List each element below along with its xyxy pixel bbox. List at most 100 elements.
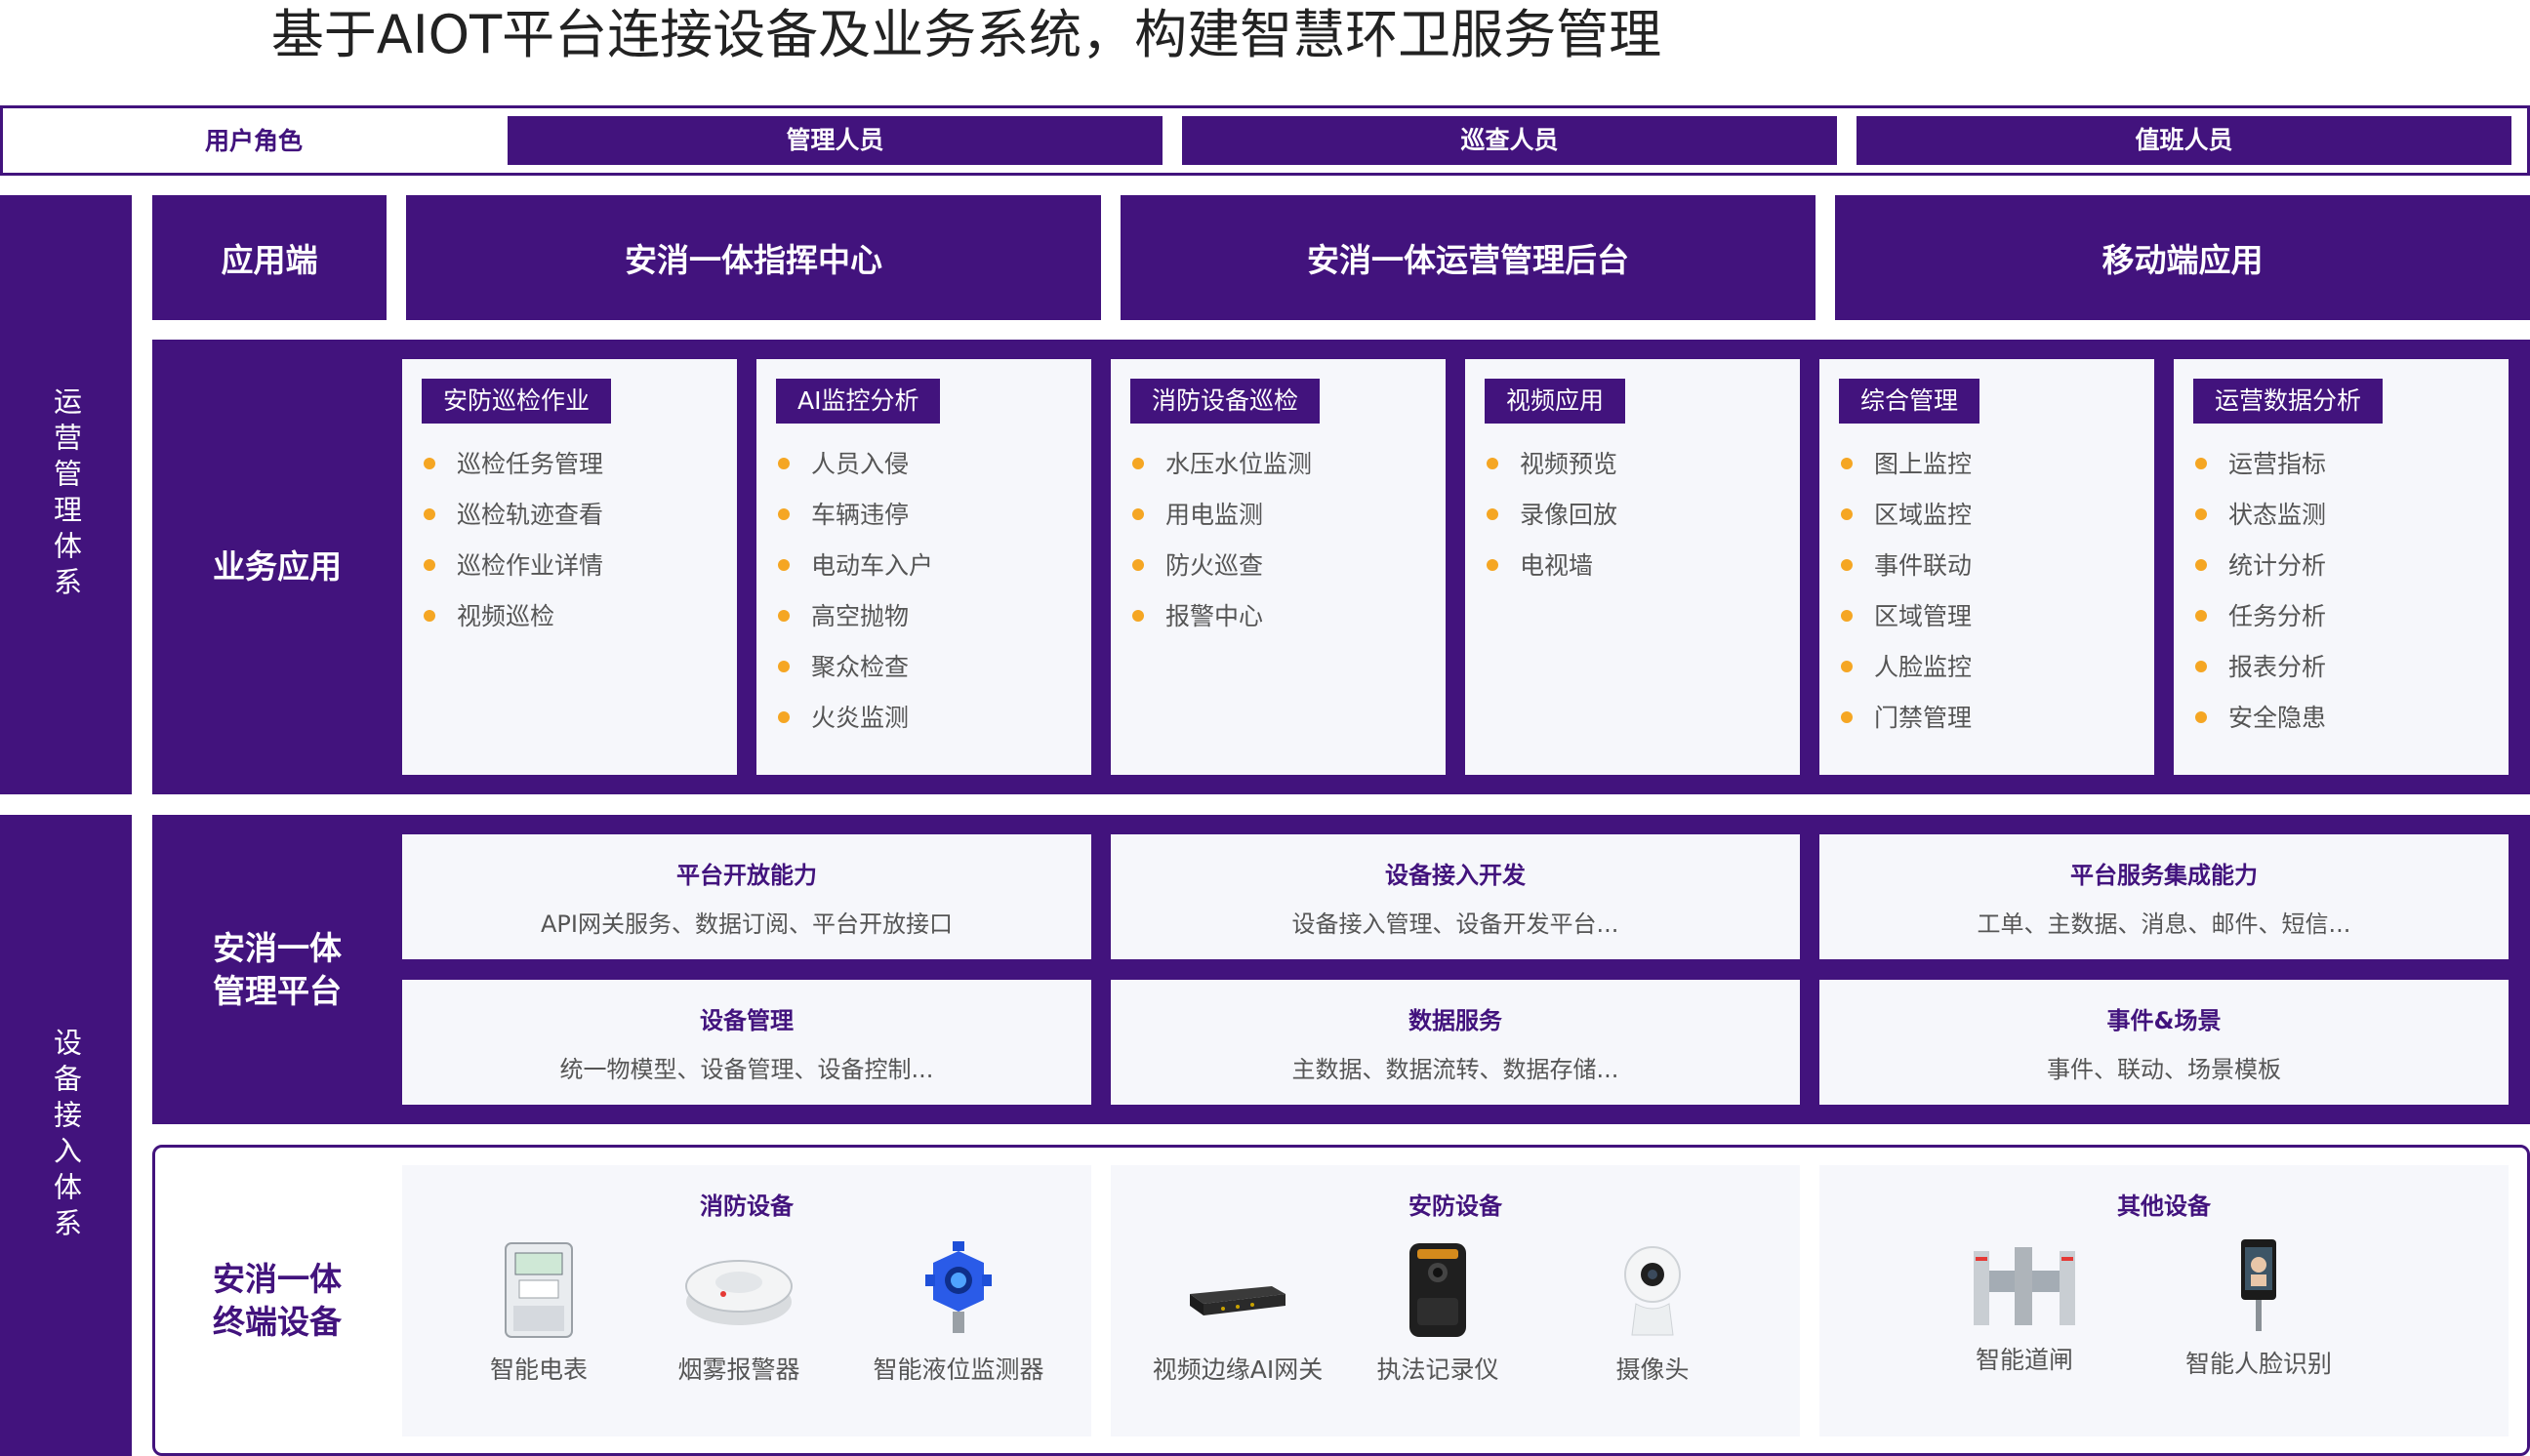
- bullet-icon: [1841, 508, 1853, 520]
- cell-title: 设备接入开发: [1385, 862, 1526, 889]
- bullet-icon: [778, 458, 790, 469]
- cell-desc: 统一物模型、设备管理、设备控制...: [559, 1056, 934, 1083]
- device-label: 智能液位监测器: [873, 1355, 1044, 1384]
- bullet-icon: [424, 559, 435, 571]
- cell-desc: 设备接入管理、设备开发平台...: [1291, 910, 1619, 938]
- bullet-icon: [778, 661, 790, 672]
- bullet-icon: [1841, 559, 1853, 571]
- platform-cell-open: 平台开放能力 API网关服务、数据订阅、平台开放接口: [402, 834, 1091, 959]
- bullet-icon: [424, 508, 435, 520]
- device-edge-gateway: 视频边缘AI网关: [1140, 1241, 1335, 1386]
- list-item: 聚众检查: [776, 648, 933, 699]
- bullet-icon: [2195, 661, 2207, 672]
- cell-title: 数据服务: [1408, 1007, 1502, 1034]
- bullet-icon: [2195, 508, 2207, 520]
- business-card-fire: 消防设备巡检 水压水位监测 用电监测 防火巡查 报警中心: [1111, 359, 1446, 775]
- list-item: 防火巡查: [1130, 546, 1312, 597]
- list-item: 水压水位监测: [1130, 445, 1312, 496]
- business-card-patrol: 安防巡检作业 巡检任务管理 巡检轨迹查看 巡检作业详情 视频巡检: [402, 359, 737, 775]
- list-item: 人脸监控: [1839, 648, 1972, 699]
- bullet-icon: [2195, 458, 2207, 469]
- list-item: 用电监测: [1130, 496, 1312, 546]
- bullet-icon: [778, 610, 790, 622]
- list-item: 车辆违停: [776, 496, 933, 546]
- terminal-label-line1: 安消一体: [213, 1259, 342, 1298]
- business-card-video: 视频应用 视频预览 录像回放 电视墙: [1465, 359, 1800, 775]
- card-title: 安防巡检作业: [422, 379, 612, 424]
- terminal-label-line2: 终端设备: [213, 1302, 342, 1341]
- card-title: AI监控分析: [776, 379, 941, 424]
- card-title: 消防设备巡检: [1130, 379, 1321, 424]
- smart-meter-icon: [505, 1242, 573, 1338]
- list-item: 火炎监测: [776, 699, 933, 749]
- role-chip-duty: 值班人员: [1857, 116, 2511, 165]
- card-title: 视频应用: [1485, 379, 1626, 424]
- platform-label-line2: 管理平台: [213, 971, 342, 1010]
- list-item: 报警中心: [1130, 597, 1312, 648]
- device-label: 烟雾报警器: [677, 1355, 800, 1384]
- bullet-icon: [1487, 559, 1498, 571]
- list-item: 区域管理: [1839, 597, 1972, 648]
- device-label: 摄像头: [1615, 1355, 1690, 1384]
- list-item: 报表分析: [2193, 648, 2326, 699]
- bullet-icon: [778, 711, 790, 723]
- device-group-other: 其他设备 智能道闸 智能人脸识别: [1819, 1165, 2509, 1436]
- platform-label-line1: 安消一体: [213, 928, 342, 967]
- list-item: 电动车入户: [776, 546, 933, 597]
- camera-icon: [1624, 1246, 1681, 1336]
- list-item: 门禁管理: [1839, 699, 1972, 749]
- device-body-camera: 执法记录仪: [1355, 1241, 1521, 1386]
- user-role-label: 用户角色: [204, 127, 303, 155]
- bullet-icon: [1487, 508, 1498, 520]
- device-label: 智能电表: [489, 1355, 588, 1384]
- list-item: 运营指标: [2193, 445, 2326, 496]
- list-item: 安全隐患: [2193, 699, 2326, 749]
- group-title: 消防设备: [700, 1193, 794, 1220]
- device-camera: 摄像头: [1579, 1241, 1726, 1386]
- role-chip-inspector: 巡查人员: [1182, 116, 1837, 165]
- list-item: 任务分析: [2193, 597, 2326, 648]
- business-label: 业务应用: [213, 547, 342, 586]
- cell-desc: 主数据、数据流转、数据存储...: [1291, 1056, 1619, 1083]
- device-label: 智能道闸: [1975, 1346, 2073, 1374]
- cell-title: 设备管理: [700, 1007, 794, 1034]
- bullet-icon: [2195, 610, 2207, 622]
- cell-desc: 事件、联动、场景模板: [2047, 1056, 2281, 1083]
- device-system-text: 设备接入体系: [49, 1027, 83, 1244]
- ops-system-text: 运营管理体系: [49, 386, 83, 603]
- bullet-icon: [424, 458, 435, 469]
- role-chip-manager: 管理人员: [508, 116, 1163, 165]
- device-label: 智能人脸识别: [2184, 1350, 2332, 1378]
- app-command-center: 安消一体指挥中心: [406, 195, 1101, 320]
- card-title: 综合管理: [1839, 379, 1980, 424]
- device-face-recognition: 智能人脸识别: [2171, 1237, 2346, 1380]
- list-item: 视频预览: [1485, 445, 1617, 496]
- list-item: 统计分析: [2193, 546, 2326, 597]
- list-item: 录像回放: [1485, 496, 1617, 546]
- list-item: 电视墙: [1485, 546, 1617, 597]
- face-recognition-icon: [2241, 1239, 2276, 1331]
- bullet-icon: [2195, 559, 2207, 571]
- device-system-side-label: 设备接入体系: [0, 815, 132, 1456]
- list-item: 状态监测: [2193, 496, 2326, 546]
- platform-cell-data-service: 数据服务 主数据、数据流转、数据存储...: [1111, 980, 1800, 1105]
- platform-cell-integration: 平台服务集成能力 工单、主数据、消息、邮件、短信...: [1819, 834, 2509, 959]
- bullet-icon: [778, 559, 790, 571]
- app-mobile: 移动端应用: [1835, 195, 2530, 320]
- device-smart-meter: 智能电表: [451, 1241, 627, 1386]
- platform-cell-device-dev: 设备接入开发 设备接入管理、设备开发平台...: [1111, 834, 1800, 959]
- group-title: 安防设备: [1408, 1193, 1502, 1220]
- level-monitor-icon: [925, 1241, 992, 1333]
- device-group-fire: 消防设备 智能电表 烟雾报警器 智能液位监测器: [402, 1165, 1091, 1436]
- bullet-icon: [1487, 458, 1498, 469]
- device-smoke-alarm: 烟雾报警器: [651, 1241, 827, 1386]
- business-card-data-analysis: 运营数据分析 运营指标 状态监测 统计分析 任务分析 报表分析 安全隐患: [2174, 359, 2509, 775]
- platform-cell-event-scene: 事件&场景 事件、联动、场景模板: [1819, 980, 2509, 1105]
- device-label: 执法记录仪: [1376, 1355, 1499, 1384]
- list-item: 巡检轨迹查看: [422, 496, 603, 546]
- list-item: 图上监控: [1839, 445, 1972, 496]
- body-camera-icon: [1409, 1243, 1466, 1337]
- business-card-ai: AI监控分析 人员入侵 车辆违停 电动车入户 高空抛物 聚众检查 火炎监测: [756, 359, 1091, 775]
- platform-cell-device-mgmt: 设备管理 统一物模型、设备管理、设备控制...: [402, 980, 1091, 1105]
- edge-gateway-icon: [1190, 1286, 1285, 1315]
